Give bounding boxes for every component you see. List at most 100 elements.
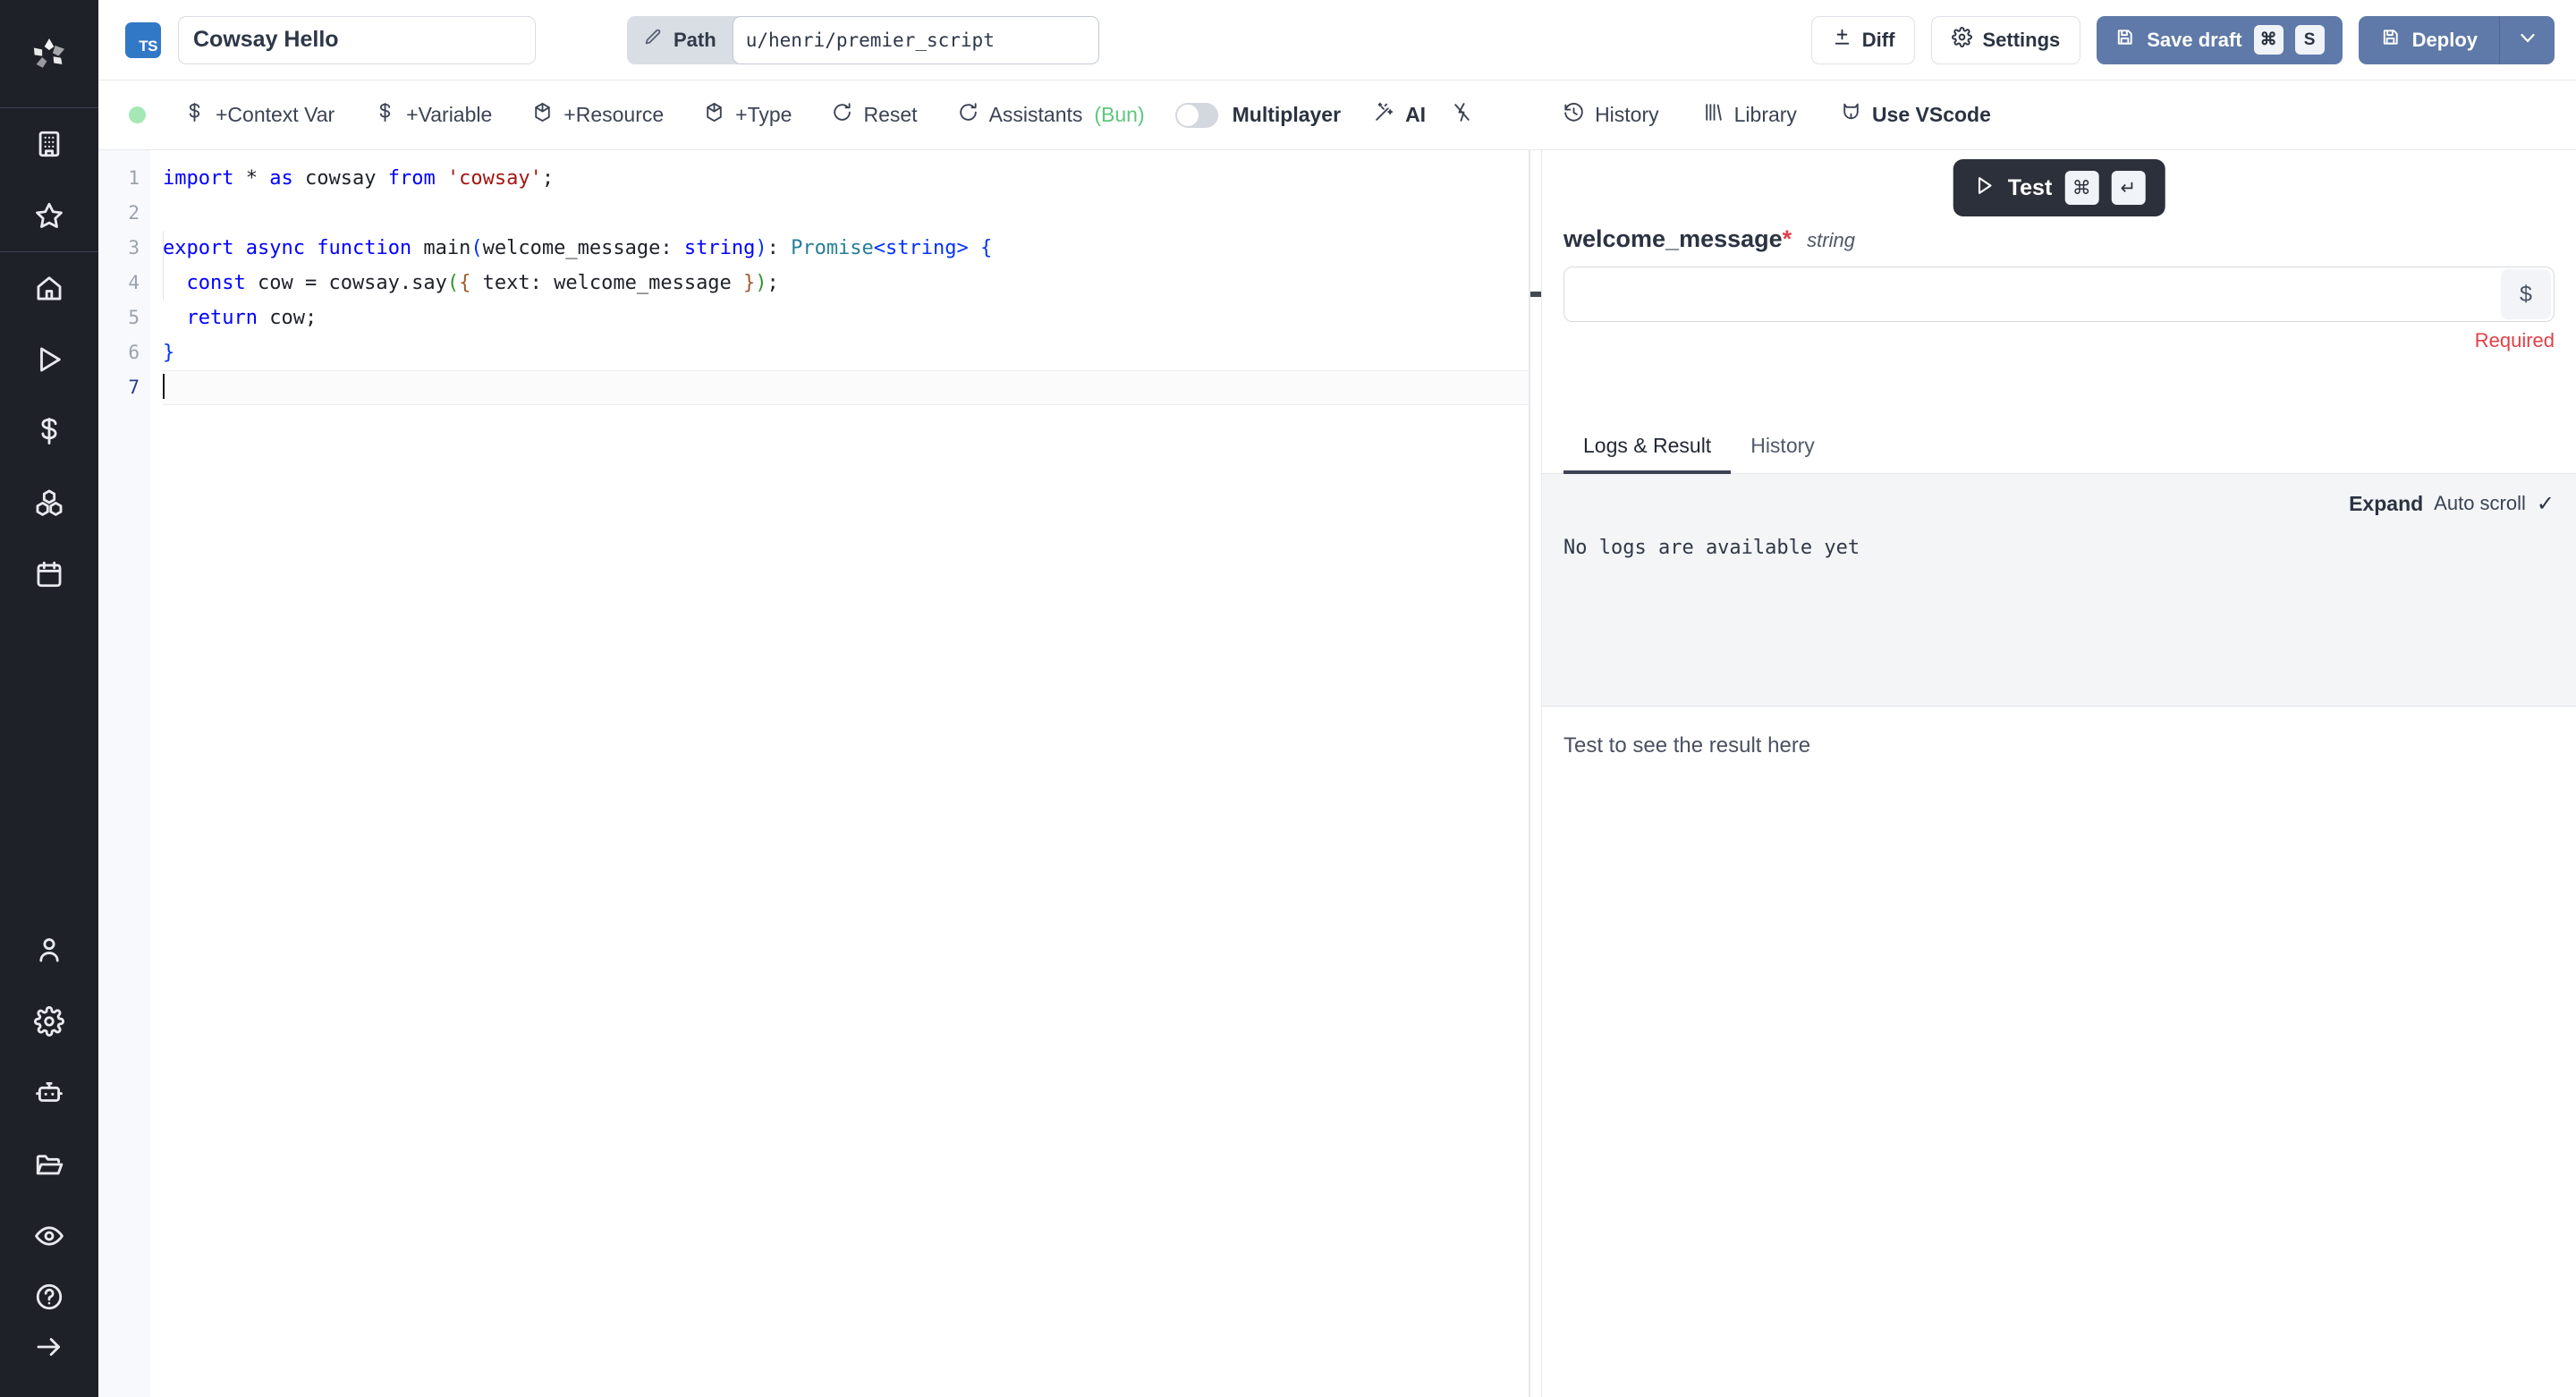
- code-line-5: return cow;: [163, 301, 1529, 335]
- sidebar-item-home[interactable]: [0, 252, 98, 324]
- result-panel: Test to see the result here: [1542, 707, 2576, 1397]
- ai-label: AI: [1405, 103, 1426, 127]
- sidebar-item-workspace[interactable]: [0, 108, 98, 180]
- add-variable-label: +Variable: [406, 103, 492, 127]
- rail-group-admin: [0, 914, 98, 1272]
- sidebar-item-runs[interactable]: [0, 324, 98, 395]
- sparkles-wand-icon: [1373, 101, 1395, 129]
- play-icon: [1973, 174, 1996, 201]
- reset-button[interactable]: Reset: [831, 101, 917, 129]
- line-number: 6: [98, 335, 150, 370]
- expand-logs-button[interactable]: Expand: [2349, 492, 2423, 516]
- diff-icon: [1832, 27, 1852, 53]
- test-button[interactable]: Test ⌘ ↵: [1953, 159, 2165, 216]
- dollar-glyph: $: [2520, 282, 2532, 308]
- auto-scroll-label[interactable]: Auto scroll: [2434, 492, 2526, 515]
- sidebar-item-help[interactable]: [0, 1272, 98, 1322]
- sidebar-item-ai-agents[interactable]: [0, 1057, 98, 1129]
- add-type-button[interactable]: +Type: [703, 101, 792, 129]
- test-label: Test: [2008, 175, 2053, 201]
- sidebar-item-settings[interactable]: [0, 986, 98, 1057]
- sidebar-item-expand[interactable]: [0, 1322, 98, 1372]
- add-resource-button[interactable]: +Resource: [531, 101, 664, 129]
- editor-body: 1 2 3 4 5 6 7 import * as cowsay from 'c…: [98, 150, 2576, 1397]
- tab-logs-and-result[interactable]: Logs & Result: [1563, 434, 1731, 474]
- add-variable-button[interactable]: +Variable: [374, 101, 492, 129]
- path-label-group[interactable]: Path: [627, 16, 733, 64]
- line-number: 3: [98, 231, 150, 266]
- multiplayer-toggle[interactable]: [1175, 103, 1218, 128]
- code-content[interactable]: import * as cowsay from 'cowsay'; export…: [150, 150, 1529, 1397]
- status-indicator-dot: [129, 106, 146, 123]
- welcome-message-input[interactable]: [1564, 267, 2501, 321]
- sidebar-item-folders[interactable]: [0, 1129, 98, 1200]
- kbd-enter: ↵: [2111, 171, 2145, 205]
- sidebar-item-audit-logs[interactable]: [0, 1200, 98, 1272]
- library-icon: [1702, 101, 1724, 129]
- required-asterisk: *: [1783, 225, 1792, 252]
- sidebar-item-schedules[interactable]: [0, 538, 98, 610]
- sidebar-item-resources[interactable]: [0, 467, 98, 538]
- ai-button[interactable]: AI: [1373, 101, 1426, 129]
- line-number-active: 7: [98, 370, 150, 405]
- code-editor-pane: 1 2 3 4 5 6 7 import * as cowsay from 'c…: [98, 150, 1530, 1397]
- sidebar-item-workers[interactable]: [0, 914, 98, 986]
- pane-splitter[interactable]: [1530, 150, 1542, 1397]
- sidebar-item-favorites[interactable]: [0, 180, 98, 251]
- box-icon: [703, 101, 725, 129]
- splitter-grip[interactable]: [1530, 292, 1541, 297]
- save-icon: [2380, 27, 2401, 53]
- check-icon[interactable]: ✓: [2537, 491, 2555, 517]
- line-number-gutter: 1 2 3 4 5 6 7: [98, 150, 150, 1397]
- line-number: 1: [98, 161, 150, 196]
- logs-controls: Expand Auto scroll ✓: [1563, 474, 2555, 533]
- script-title-input[interactable]: [178, 16, 536, 64]
- path-field-group: Path: [627, 16, 1099, 64]
- chevron-down-icon: [2517, 27, 2538, 53]
- text-cursor: [163, 374, 165, 399]
- multiplayer-label: Multiplayer: [1233, 103, 1341, 127]
- main-area: TS Path Diff Settings: [98, 0, 2576, 1397]
- windmill-logo[interactable]: [0, 0, 98, 107]
- dollar-icon[interactable]: $: [2501, 269, 2551, 319]
- add-type-label: +Type: [735, 103, 792, 127]
- line-number: 5: [98, 301, 150, 335]
- dollar-icon: [183, 101, 206, 129]
- code-line-2: [163, 196, 1529, 231]
- code-area[interactable]: 1 2 3 4 5 6 7 import * as cowsay from 'c…: [98, 150, 1529, 1397]
- sidebar-item-variables[interactable]: [0, 395, 98, 467]
- library-label: Library: [1734, 103, 1797, 127]
- deploy-button[interactable]: Deploy: [2359, 16, 2499, 64]
- rail-group-main: [0, 252, 98, 610]
- save-draft-button[interactable]: Save draft ⌘ S: [2097, 16, 2342, 64]
- deploy-dropdown-button[interactable]: [2499, 16, 2555, 64]
- result-empty-text: Test to see the result here: [1563, 733, 2555, 758]
- library-button[interactable]: Library: [1702, 101, 1797, 129]
- assistants-button[interactable]: Assistants: [957, 101, 1083, 129]
- history-button[interactable]: History: [1563, 101, 1659, 129]
- format-disabled-button[interactable]: [1451, 101, 1473, 129]
- rail-group-workspace: [0, 108, 98, 251]
- argument-name-text: welcome_message: [1563, 225, 1783, 252]
- settings-button[interactable]: Settings: [1931, 16, 2080, 64]
- save-draft-label: Save draft: [2147, 29, 2241, 52]
- tab-history[interactable]: History: [1731, 434, 1835, 474]
- diff-button[interactable]: Diff: [1811, 16, 1916, 64]
- vscode-cat-icon: [1840, 101, 1862, 129]
- add-context-var-button[interactable]: +Context Var: [183, 101, 335, 129]
- left-sidebar: [0, 0, 98, 1397]
- deploy-button-group: Deploy: [2359, 16, 2555, 64]
- use-vscode-label: Use VScode: [1872, 103, 1991, 127]
- reset-label: Reset: [863, 103, 917, 127]
- pencil-icon: [643, 28, 663, 53]
- editor-toolbar: +Context Var +Variable +Resource +Type: [98, 80, 2576, 150]
- logs-panel: Expand Auto scroll ✓ No logs are availab…: [1542, 474, 2576, 707]
- path-input[interactable]: [733, 16, 1099, 64]
- code-line-3: export async function main(welcome_messa…: [163, 231, 1529, 266]
- code-line-7: [163, 370, 1529, 405]
- indent-guide: [163, 231, 164, 301]
- path-label: Path: [674, 29, 716, 52]
- use-vscode-button[interactable]: Use VScode: [1840, 101, 1991, 129]
- arguments-section: Test ⌘ ↵ welcome_message* string $ Requi…: [1542, 150, 2576, 419]
- kbd-cmd: ⌘: [2064, 171, 2098, 205]
